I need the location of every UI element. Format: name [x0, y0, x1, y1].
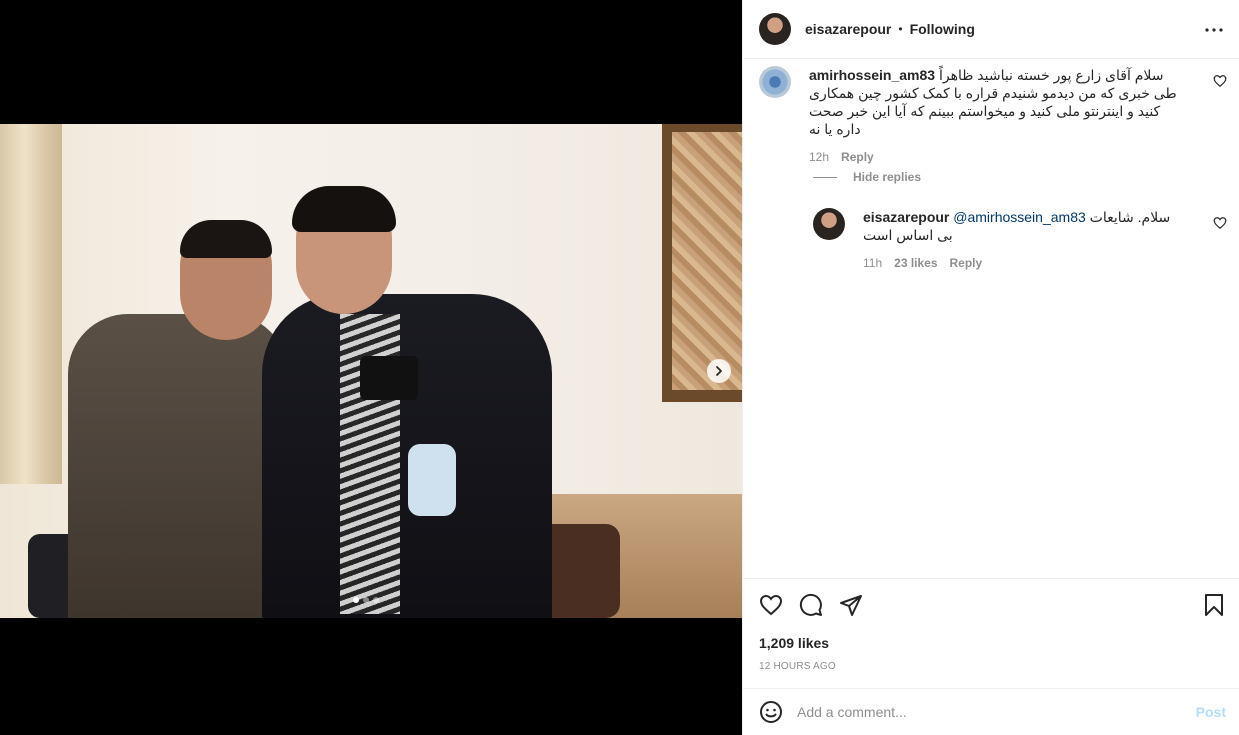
follow-button[interactable]: Following — [910, 21, 975, 37]
comment-time[interactable]: 12h — [809, 150, 829, 164]
share-button[interactable] — [839, 593, 863, 617]
comment-reply-button[interactable]: Reply — [841, 150, 874, 164]
post-header: eisazarepour • Following — [743, 0, 1239, 59]
reply-text-block: eisazarepour @amirhossein_am83 سلام. شای… — [863, 208, 1181, 244]
share-icon — [840, 595, 862, 616]
save-button[interactable] — [1202, 593, 1226, 617]
header-separator: • — [898, 22, 903, 36]
reply-time[interactable]: 11h — [863, 256, 882, 270]
reply-meta: 11h 23 likes Reply — [863, 256, 1181, 270]
reply-mention[interactable]: @amirhossein_am83 — [953, 209, 1086, 225]
reply-username[interactable]: eisazarepour — [863, 209, 949, 225]
comment-like-icon[interactable] — [1213, 74, 1227, 88]
comment-button[interactable] — [799, 593, 823, 617]
reply-likes[interactable]: 23 likes — [894, 256, 937, 270]
comment-username[interactable]: amirhossein_am83 — [809, 67, 935, 83]
carousel-dot — [353, 597, 359, 603]
carousel-indicator — [353, 597, 379, 603]
carousel-next-button[interactable] — [707, 359, 731, 383]
chevron-right-icon — [716, 366, 722, 376]
hide-replies-button[interactable]: Hide replies — [813, 170, 921, 184]
carousel-dot — [373, 597, 379, 603]
photo-person-left-body — [68, 314, 288, 618]
photo-person-left-hair — [180, 220, 272, 258]
comment-text-block: amirhossein_am83 سلام آقای زارع پور خسته… — [809, 66, 1181, 138]
photo-mask — [408, 444, 456, 516]
comment-meta: 12h Reply — [809, 150, 1181, 164]
bookmark-icon — [1205, 594, 1223, 616]
comment-body: amirhossein_am83 سلام آقای زارع پور خسته… — [809, 66, 1181, 164]
action-icons — [759, 593, 863, 617]
comment-item: amirhossein_am83 سلام آقای زارع پور خسته… — [759, 66, 1181, 164]
reply-body: eisazarepour @amirhossein_am83 سلام. شای… — [863, 208, 1181, 270]
author-avatar[interactable] — [759, 13, 791, 45]
photo-painting — [672, 132, 742, 390]
post-timestamp[interactable]: 12 HOURS AGO — [759, 661, 836, 672]
post-actions: 1,209 likes 12 HOURS AGO — [743, 578, 1239, 688]
reply-reply-button[interactable]: Reply — [950, 256, 983, 270]
emoji-icon[interactable] — [759, 700, 783, 724]
post-photo[interactable] — [0, 124, 742, 618]
post-media — [0, 0, 742, 735]
instagram-post-viewer: eisazarepour • Following amirhossein_am8… — [0, 0, 1239, 735]
photo-person-right-body — [262, 294, 552, 618]
author-username[interactable]: eisazarepour — [805, 21, 891, 37]
post-comment-button[interactable]: Post — [1196, 704, 1226, 720]
photo-curtain — [0, 124, 62, 484]
photo-person-right-hair — [292, 186, 396, 232]
carousel-dot — [363, 597, 369, 603]
more-options-icon — [1205, 28, 1223, 32]
hide-replies-line — [813, 176, 837, 178]
post-sidebar: eisazarepour • Following amirhossein_am8… — [742, 0, 1239, 735]
hide-replies-label: Hide replies — [853, 170, 922, 184]
commenter-avatar[interactable] — [759, 66, 791, 98]
comment-icon — [799, 593, 822, 616]
photo-phone — [360, 356, 418, 400]
like-button[interactable] — [759, 593, 783, 617]
heart-icon — [759, 594, 783, 616]
reply-like-icon[interactable] — [1213, 216, 1227, 230]
reply-item: eisazarepour @amirhossein_am83 سلام. شای… — [813, 208, 1181, 270]
comment-composer: Post — [743, 688, 1239, 735]
comment-input[interactable] — [797, 704, 1196, 720]
likes-count[interactable]: 1,209 likes — [759, 635, 829, 651]
reply-avatar[interactable] — [813, 208, 845, 240]
more-options-button[interactable] — [1202, 18, 1226, 42]
